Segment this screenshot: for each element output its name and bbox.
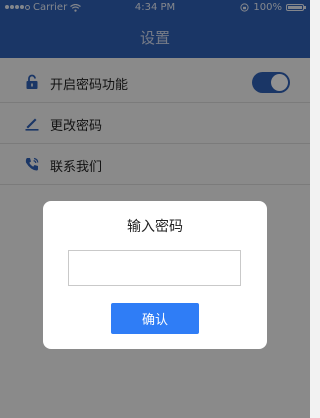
confirm-button[interactable]: 确认 bbox=[111, 303, 199, 334]
dialog-title: 输入密码 bbox=[127, 219, 183, 235]
password-input[interactable] bbox=[68, 250, 241, 286]
password-dialog: 输入密码 确认 bbox=[43, 201, 267, 349]
